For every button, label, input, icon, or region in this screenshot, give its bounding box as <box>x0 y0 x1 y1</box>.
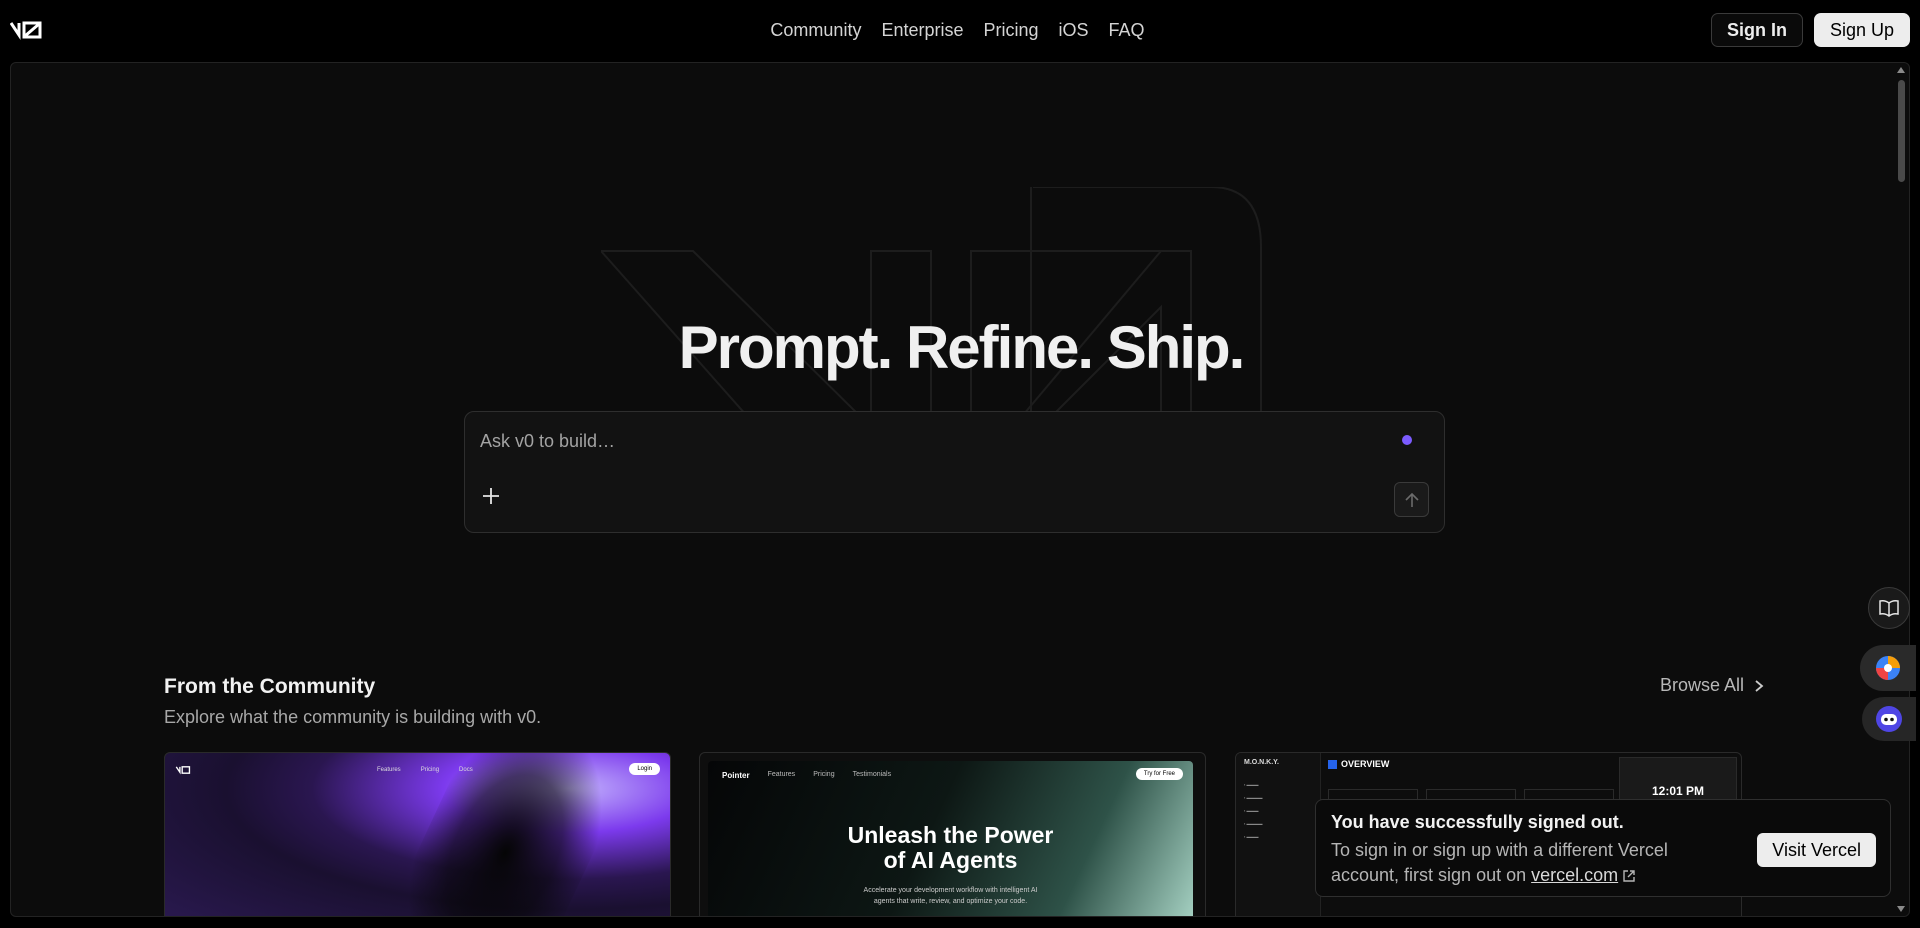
card-brand: M.O.N.K.Y. <box>1244 759 1280 766</box>
browse-all-link[interactable]: Browse All <box>1660 675 1764 696</box>
card-heading-label: OVERVIEW <box>1341 759 1390 769</box>
visit-vercel-button[interactable]: Visit Vercel <box>1757 833 1876 867</box>
signed-out-toast: You have successfully signed out. To sig… <box>1315 799 1891 897</box>
card-menu: ▪ ▬▬▬ ▪ ▬▬▬▬ ▪ ▬▬▬ ▪ ▬▬▬▬ ▪ ▬▬▬ <box>1244 782 1263 839</box>
community-subtitle: Explore what the community is building w… <box>164 707 542 727</box>
card-desc-line: Accelerate your development workflow wit… <box>863 887 1038 894</box>
external-link-icon <box>1623 870 1635 882</box>
card-title-line: of AI Agents <box>883 847 1018 873</box>
card-nav-link: Pricing <box>420 767 440 773</box>
vercel-link[interactable]: vercel.com <box>1531 865 1618 885</box>
card-title-line: Unleash the Power <box>847 822 1054 848</box>
overview-square-icon <box>1328 760 1337 770</box>
card-nav: Features Pricing Docs <box>377 767 473 773</box>
main-frame: Prompt. Refine. Ship. From the Community… <box>10 62 1910 917</box>
sign-up-button[interactable]: Sign Up <box>1813 13 1910 47</box>
main-nav: Community Enterprise Pricing iOS FAQ <box>0 0 1920 60</box>
extension-button[interactable] <box>1860 645 1916 691</box>
chevron-right-icon <box>1755 679 1764 692</box>
card-brand: Pointer <box>722 771 750 780</box>
assistant-icon <box>1876 706 1902 732</box>
toast-body: To sign in or sign up with a different V… <box>1331 838 1691 888</box>
card-nav-link: Testimonials <box>852 771 892 778</box>
community-title: From the Community <box>164 675 376 698</box>
card-login-button: Login <box>629 763 660 775</box>
card-heading: OVERVIEW <box>1328 759 1390 770</box>
nav-link-community[interactable]: Community <box>770 20 861 41</box>
prompt-input[interactable] <box>480 426 1360 456</box>
card-nav-link: Docs <box>459 767 473 773</box>
assistant-button[interactable] <box>1862 697 1916 741</box>
auth-buttons: Sign In Sign Up <box>1710 13 1910 47</box>
top-nav: Community Enterprise Pricing iOS FAQ Sig… <box>0 0 1920 60</box>
card-nav-link: Pricing <box>813 771 835 778</box>
send-button[interactable] <box>1394 482 1429 517</box>
extension-icon <box>1876 656 1900 680</box>
card-preview: Pointer Features Pricing Testimonials Tr… <box>708 761 1193 916</box>
card-clock: 12:01 PM <box>1651 784 1705 798</box>
browse-all-label: Browse All <box>1659 675 1744 695</box>
plus-icon <box>483 488 499 504</box>
book-icon <box>1879 600 1899 617</box>
card-title: Unleash the Power of AI Agents <box>708 823 1193 873</box>
status-dot <box>1402 435 1412 445</box>
community-card-1[interactable]: Features Pricing Docs Login <box>164 752 671 916</box>
card-desc-line: agents that write, review, and optimize … <box>873 898 1028 905</box>
docs-button[interactable] <box>1868 587 1910 629</box>
scroll-down-icon[interactable] <box>1897 906 1905 912</box>
card-cta-button: Try for Free <box>1135 768 1183 780</box>
nav-link-faq[interactable]: FAQ <box>1109 20 1145 41</box>
nav-link-enterprise[interactable]: Enterprise <box>881 20 963 41</box>
sign-in-button[interactable]: Sign In <box>1710 13 1803 47</box>
card-sidebar: M.O.N.K.Y. ▪ ▬▬▬ ▪ ▬▬▬▬ ▪ ▬▬▬ ▪ ▬▬▬▬ ▪ ▬▬▬ <box>1236 753 1321 916</box>
prompt-box <box>464 411 1445 533</box>
nav-link-pricing[interactable]: Pricing <box>984 20 1039 41</box>
nav-link-ios[interactable]: iOS <box>1059 20 1089 41</box>
arrow-up-icon <box>1404 492 1419 507</box>
toast-title: You have successfully signed out. <box>1331 812 1624 832</box>
card-description: Accelerate your development workflow wit… <box>708 885 1193 907</box>
attach-button[interactable] <box>477 482 505 510</box>
card-nav-link: Features <box>767 771 796 778</box>
card-v0-logo-icon <box>175 766 191 775</box>
scroll-up-icon[interactable] <box>1897 67 1905 73</box>
scrollbar[interactable] <box>1895 65 1907 916</box>
community-card-2[interactable]: Pointer Features Pricing Testimonials Tr… <box>699 752 1206 916</box>
hero-headline: Prompt. Refine. Ship. <box>678 314 1246 381</box>
scroll-thumb[interactable] <box>1898 80 1905 182</box>
card-nav-link: Features <box>377 767 401 773</box>
card-nav: Pointer Features Pricing Testimonials <box>722 771 891 780</box>
